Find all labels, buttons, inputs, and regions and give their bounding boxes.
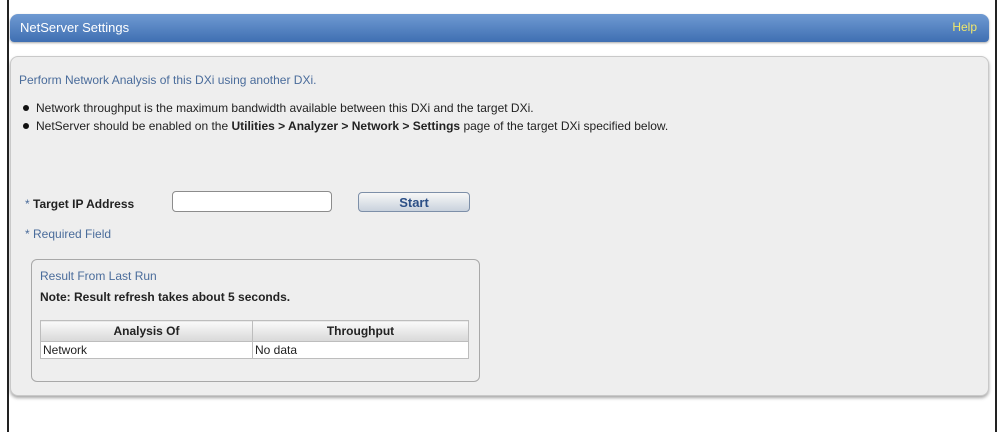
bullet-text-path: Utilities > Analyzer > Network > Setting… (231, 119, 461, 133)
table-header-row: Analysis Of Throughput (40, 320, 469, 342)
bullet-text-pre: NetServer should be enabled on the (36, 119, 232, 133)
list-item: Network throughput is the maximum bandwi… (19, 101, 719, 115)
result-title: Result From Last Run (40, 269, 157, 283)
column-header-analysis-of: Analysis Of (40, 320, 253, 342)
target-ip-label: * Target IP Address (25, 197, 134, 211)
settings-panel: Perform Network Analysis of this DXi usi… (10, 56, 989, 396)
required-asterisk: * (25, 197, 34, 211)
page-title: NetServer Settings (20, 20, 130, 35)
required-field-note: * Required Field (25, 227, 112, 241)
intro-text: Perform Network Analysis of this DXi usi… (19, 73, 317, 87)
bullet-text-post: page of the target DXi specified below. (460, 119, 669, 133)
result-group: Result From Last Run Note: Result refres… (31, 259, 480, 382)
target-ip-label-text: Target IP Address (33, 197, 135, 211)
start-button[interactable]: Start (358, 192, 470, 212)
results-table: Analysis Of Throughput Network No data (40, 320, 469, 359)
table-row: Network No data (40, 341, 469, 359)
target-ip-row: * Target IP Address Start (25, 191, 525, 217)
table-cell-throughput: No data (252, 341, 469, 359)
target-ip-input[interactable] (172, 191, 332, 212)
column-header-throughput: Throughput (252, 320, 469, 342)
bullet-icon (23, 105, 29, 111)
result-note: Note: Result refresh takes about 5 secon… (40, 290, 291, 304)
bullet-text: Network throughput is the maximum bandwi… (36, 101, 534, 115)
list-item: NetServer should be enabled on the Utili… (19, 119, 719, 133)
help-link[interactable]: Help (952, 20, 977, 34)
table-cell-analysis-of: Network (40, 341, 253, 359)
bullet-icon (23, 123, 29, 129)
title-bar: NetServer Settings Help (10, 14, 989, 42)
info-list: Network throughput is the maximum bandwi… (19, 101, 719, 137)
